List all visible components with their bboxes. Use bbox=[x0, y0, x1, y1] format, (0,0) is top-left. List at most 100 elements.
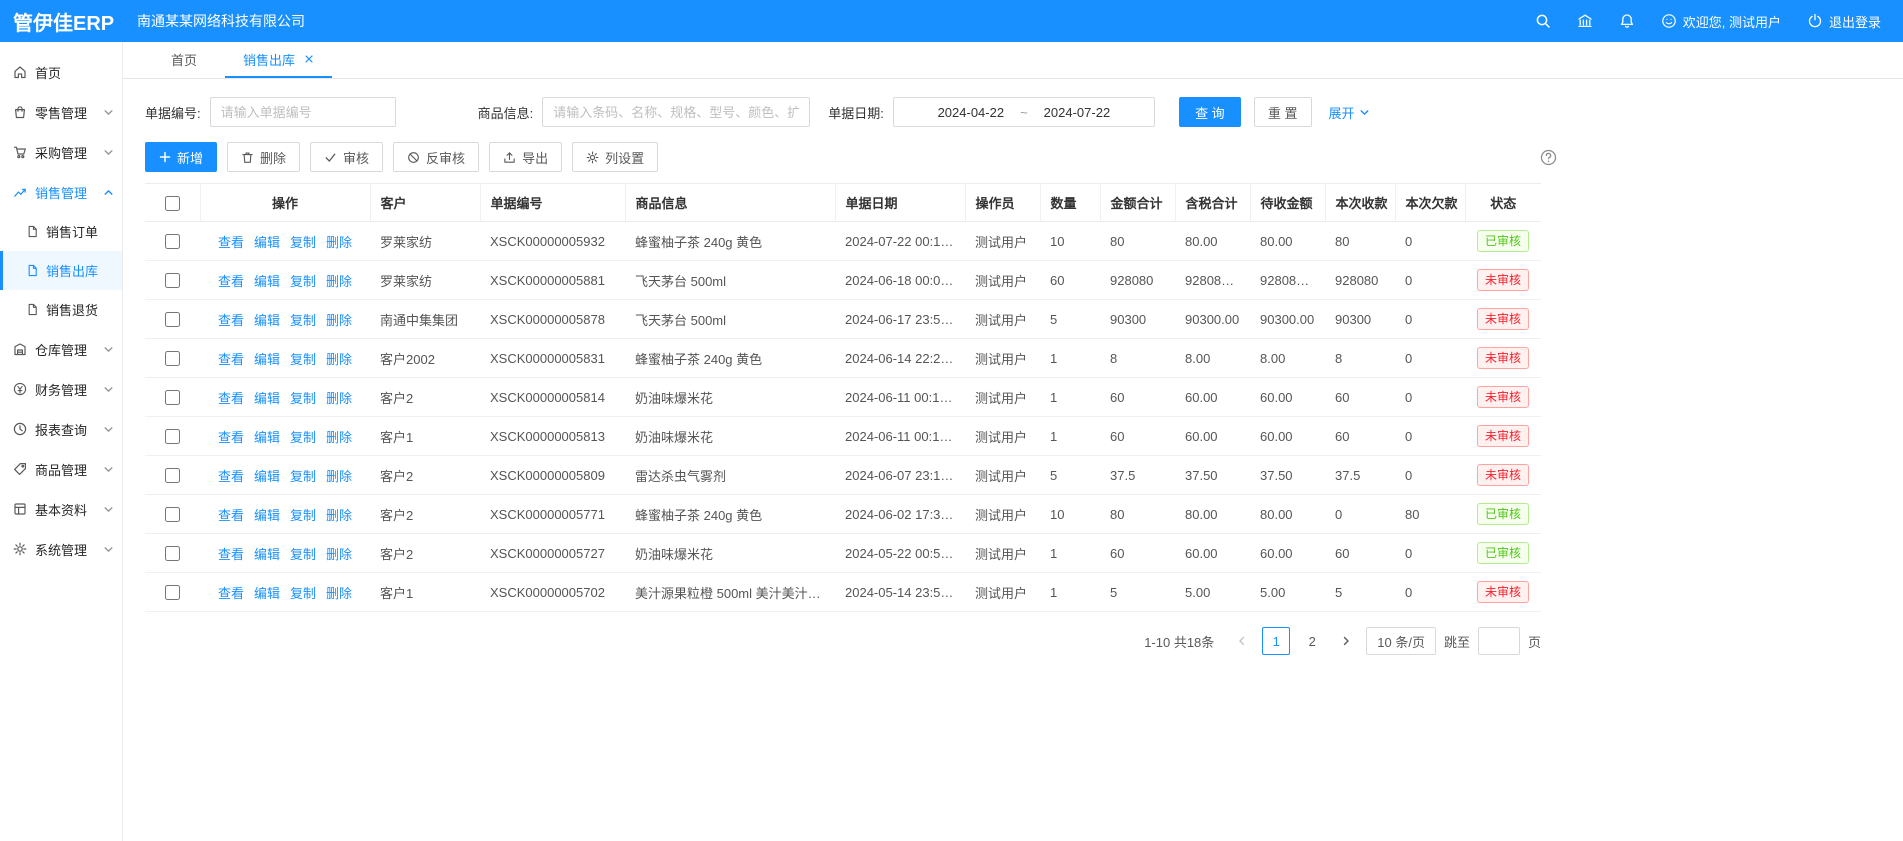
sidebar-item-retail-management[interactable]: 零售管理 bbox=[0, 92, 122, 132]
column-header: 单据日期 bbox=[835, 184, 965, 222]
search-icon[interactable] bbox=[1535, 13, 1551, 29]
row-checkbox[interactable] bbox=[165, 390, 180, 405]
table-row: 查看编辑复制删除罗莱家纺XSCK00000005881飞天茅台 500ml202… bbox=[145, 261, 1541, 300]
sidebar-item-sales-outbound[interactable]: 销售出库 bbox=[0, 251, 122, 290]
row-action-view[interactable]: 查看 bbox=[218, 313, 244, 328]
cell-customer: 客户1 bbox=[370, 417, 480, 456]
row-action-view[interactable]: 查看 bbox=[218, 508, 244, 523]
page-size-select[interactable]: 10 条/页 bbox=[1366, 627, 1436, 655]
cell-amount: 8 bbox=[1100, 339, 1175, 378]
row-action-delete[interactable]: 删除 bbox=[326, 547, 352, 562]
row-action-copy[interactable]: 复制 bbox=[290, 313, 316, 328]
unaudit-button[interactable]: 反审核 bbox=[393, 142, 479, 172]
date-start-value[interactable]: 2024-04-22 bbox=[938, 105, 1005, 120]
row-action-view[interactable]: 查看 bbox=[218, 586, 244, 601]
prev-page-button[interactable] bbox=[1230, 628, 1254, 654]
sidebar-item-sales-management[interactable]: 销售管理 bbox=[0, 172, 122, 212]
page-number-1[interactable]: 1 bbox=[1262, 627, 1290, 655]
sidebar-item-finance-management[interactable]: 财务管理 bbox=[0, 369, 122, 409]
chevron-down-icon bbox=[103, 464, 114, 475]
row-action-view[interactable]: 查看 bbox=[218, 391, 244, 406]
sidebar-item-product-management[interactable]: 商品管理 bbox=[0, 449, 122, 489]
sidebar-item-home[interactable]: 首页 bbox=[0, 52, 122, 92]
row-checkbox[interactable] bbox=[165, 273, 180, 288]
date-range-picker[interactable]: 2024-04-22 ~ 2024-07-22 bbox=[893, 97, 1155, 127]
row-action-delete[interactable]: 删除 bbox=[326, 274, 352, 289]
row-action-view[interactable]: 查看 bbox=[218, 235, 244, 250]
row-checkbox[interactable] bbox=[165, 312, 180, 327]
notification-bell-icon[interactable] bbox=[1619, 13, 1635, 29]
row-action-edit[interactable]: 编辑 bbox=[254, 274, 280, 289]
row-action-edit[interactable]: 编辑 bbox=[254, 469, 280, 484]
row-action-copy[interactable]: 复制 bbox=[290, 274, 316, 289]
row-action-copy[interactable]: 复制 bbox=[290, 391, 316, 406]
user-menu[interactable]: 欢迎您, 测试用户 bbox=[1661, 12, 1781, 31]
row-action-delete[interactable]: 删除 bbox=[326, 391, 352, 406]
search-button[interactable]: 查 询 bbox=[1179, 97, 1241, 127]
sidebar-item-warehouse-management[interactable]: 仓库管理 bbox=[0, 329, 122, 369]
logout-button[interactable]: 退出登录 bbox=[1807, 12, 1881, 31]
row-action-copy[interactable]: 复制 bbox=[290, 430, 316, 445]
sidebar-item-sales-return[interactable]: 销售退货 bbox=[0, 290, 122, 329]
row-checkbox[interactable] bbox=[165, 429, 180, 444]
bill-no-input[interactable] bbox=[210, 97, 396, 127]
delete-button[interactable]: 删除 bbox=[227, 142, 300, 172]
row-action-view[interactable]: 查看 bbox=[218, 352, 244, 367]
close-icon[interactable] bbox=[304, 54, 314, 64]
row-action-copy[interactable]: 复制 bbox=[290, 235, 316, 250]
row-action-delete[interactable]: 删除 bbox=[326, 469, 352, 484]
row-checkbox[interactable] bbox=[165, 546, 180, 561]
sidebar-item-sales-order[interactable]: 销售订单 bbox=[0, 212, 122, 251]
row-action-view[interactable]: 查看 bbox=[218, 274, 244, 289]
date-end-value[interactable]: 2024-07-22 bbox=[1044, 105, 1111, 120]
product-info-input[interactable] bbox=[542, 97, 810, 127]
reset-button[interactable]: 重 置 bbox=[1254, 97, 1312, 127]
next-page-button[interactable] bbox=[1334, 628, 1358, 654]
row-action-edit[interactable]: 编辑 bbox=[254, 313, 280, 328]
sidebar-item-base-data[interactable]: 基本资料 bbox=[0, 489, 122, 529]
row-action-copy[interactable]: 复制 bbox=[290, 547, 316, 562]
sidebar-item-system-management[interactable]: 系统管理 bbox=[0, 529, 122, 569]
home-nav-icon[interactable] bbox=[1577, 13, 1593, 29]
column-settings-button[interactable]: 列设置 bbox=[572, 142, 658, 172]
tab-sales-outbound[interactable]: 销售出库 bbox=[225, 42, 332, 78]
row-action-delete[interactable]: 删除 bbox=[326, 430, 352, 445]
row-action-copy[interactable]: 复制 bbox=[290, 469, 316, 484]
select-all-checkbox[interactable] bbox=[165, 196, 180, 211]
row-action-edit[interactable]: 编辑 bbox=[254, 586, 280, 601]
row-action-view[interactable]: 查看 bbox=[218, 547, 244, 562]
row-action-copy[interactable]: 复制 bbox=[290, 586, 316, 601]
row-action-edit[interactable]: 编辑 bbox=[254, 391, 280, 406]
row-action-edit[interactable]: 编辑 bbox=[254, 352, 280, 367]
row-action-copy[interactable]: 复制 bbox=[290, 352, 316, 367]
tab-home[interactable]: 首页 bbox=[153, 42, 215, 78]
table-header-row: 操作客户单据编号商品信息单据日期操作员数量金额合计含税合计待收金额本次收款本次欠… bbox=[145, 184, 1541, 222]
row-checkbox[interactable] bbox=[165, 468, 180, 483]
row-action-delete[interactable]: 删除 bbox=[326, 352, 352, 367]
export-button[interactable]: 导出 bbox=[489, 142, 562, 172]
sidebar-item-purchase-management[interactable]: 采购管理 bbox=[0, 132, 122, 172]
add-button[interactable]: 新增 bbox=[145, 142, 217, 172]
audit-button[interactable]: 审核 bbox=[310, 142, 383, 172]
row-checkbox[interactable] bbox=[165, 585, 180, 600]
row-action-delete[interactable]: 删除 bbox=[326, 313, 352, 328]
row-action-copy[interactable]: 复制 bbox=[290, 508, 316, 523]
row-action-edit[interactable]: 编辑 bbox=[254, 508, 280, 523]
row-action-delete[interactable]: 删除 bbox=[326, 586, 352, 601]
jump-page-input[interactable] bbox=[1478, 627, 1520, 655]
cell-bill_no: XSCK00000005771 bbox=[480, 495, 625, 534]
row-checkbox[interactable] bbox=[165, 234, 180, 249]
row-action-edit[interactable]: 编辑 bbox=[254, 547, 280, 562]
row-action-edit[interactable]: 编辑 bbox=[254, 235, 280, 250]
page-number-2[interactable]: 2 bbox=[1298, 627, 1326, 655]
sidebar-item-report-query[interactable]: 报表查询 bbox=[0, 409, 122, 449]
row-checkbox[interactable] bbox=[165, 507, 180, 522]
row-action-view[interactable]: 查看 bbox=[218, 469, 244, 484]
row-action-edit[interactable]: 编辑 bbox=[254, 430, 280, 445]
row-checkbox[interactable] bbox=[165, 351, 180, 366]
row-action-delete[interactable]: 删除 bbox=[326, 508, 352, 523]
help-icon[interactable] bbox=[1540, 149, 1557, 166]
expand-toggle[interactable]: 展开 bbox=[1329, 103, 1370, 122]
row-action-view[interactable]: 查看 bbox=[218, 430, 244, 445]
row-action-delete[interactable]: 删除 bbox=[326, 235, 352, 250]
